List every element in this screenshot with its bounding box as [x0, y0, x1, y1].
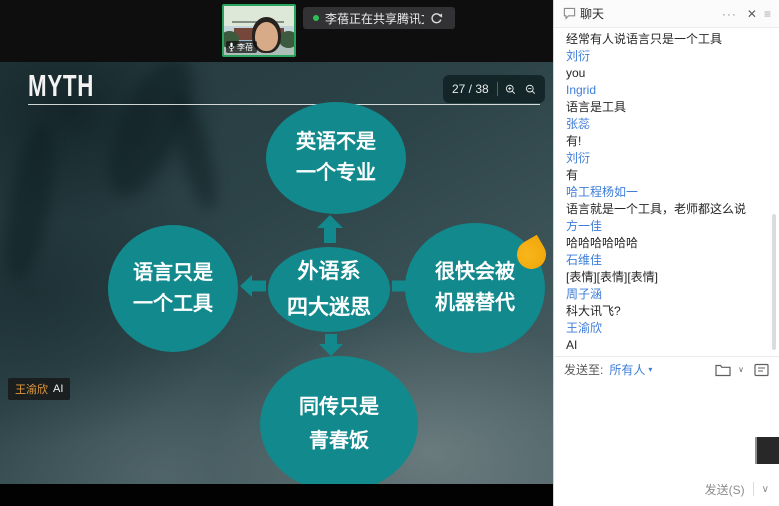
shared-slide: MYTH 27 / 38 [0, 62, 553, 484]
refresh-icon [430, 12, 443, 25]
arrow-up [317, 215, 343, 243]
send-to-selector[interactable]: 所有人 ▾ [609, 361, 652, 378]
screen-share-stage: 李蓓 李蓓正在共享腾讯文档 MYTH 27 / 38 [0, 0, 553, 506]
chat-line: 张蕊 [554, 116, 771, 133]
chat-line: 哈工程杨如一 [554, 184, 771, 201]
bubble-text-line: 一个工具 [133, 289, 213, 320]
slide-photo-backdrop [165, 90, 225, 214]
bubble-text-line: 机器替代 [435, 288, 515, 319]
myth-bubble-bottom: 同传只是 青春饭 [260, 356, 418, 484]
myth-center-ellipse: 外语系 四大迷思 [268, 247, 390, 332]
myth-bubble-top: 英语不是 一个专业 [266, 102, 406, 214]
message-input[interactable] [554, 383, 779, 476]
chat-line: 石维佳 [554, 252, 771, 269]
bubble-text-line: 英语不是 [296, 127, 376, 158]
overlay-text: AI [53, 383, 63, 395]
presenter-face [255, 22, 278, 51]
arrow-left [240, 275, 266, 297]
chat-line: 刘衍 [554, 150, 771, 167]
bubble-text-line: 外语系 [298, 254, 361, 290]
background-trees [279, 31, 296, 48]
microphone-icon [228, 42, 235, 52]
chat-line: 刘衍 [554, 48, 771, 65]
slide-title: MYTH [28, 68, 94, 104]
chat-scrollbar[interactable] [772, 214, 776, 350]
bubble-text-line: 四大迷思 [287, 290, 371, 326]
chat-line: 有 [554, 167, 771, 184]
meeting-top-bar: 李蓓 李蓓正在共享腾讯文档 [0, 0, 553, 62]
chat-line: 哈哈哈哈哈哈 [554, 235, 771, 252]
close-chat-button[interactable]: ✕ [742, 7, 762, 21]
meeting-window: 李蓓 李蓓正在共享腾讯文档 MYTH 27 / 38 [0, 0, 779, 506]
participant-name: 李蓓 [237, 43, 253, 52]
arrow-down [319, 334, 343, 356]
bubble-text-line: 一个专业 [296, 158, 376, 189]
more-options-button[interactable]: ··· [717, 7, 742, 21]
refresh-button[interactable] [424, 7, 449, 29]
chat-line: [表情][表情][表情] [554, 269, 771, 286]
bubble-text-line: 同传只是 [299, 390, 379, 424]
zoom-out-icon[interactable] [525, 81, 536, 98]
bubble-text-line: 很快会被 [435, 257, 515, 288]
chat-line: 王渝欣 [554, 320, 771, 337]
chat-line: 语言就是一个工具，老师都这么说 [554, 201, 771, 218]
chat-icon [563, 7, 576, 20]
bubble-text-line: 青春饭 [309, 424, 369, 458]
chat-line: Ingrid [554, 82, 771, 99]
chat-line: 语言是工具 [554, 99, 771, 116]
send-to-row: 发送至: 所有人 ▾ ∨ [554, 356, 779, 382]
page-controls: 27 / 38 [443, 75, 545, 103]
send-file-icon[interactable] [715, 363, 731, 377]
divider [497, 82, 498, 96]
sharing-indicator-dot [313, 15, 319, 21]
screenshot-icon[interactable] [754, 363, 769, 377]
chat-panel: 聊天 ··· ✕ ≡ 经常有人说语言只是一个工具刘衍youIngrid语言是工具… [553, 0, 779, 506]
title-underline [28, 104, 540, 105]
file-options-caret-icon[interactable]: ∨ [738, 365, 744, 374]
participant-name-badge: 李蓓 [226, 41, 257, 53]
zoom-in-icon[interactable] [505, 81, 516, 98]
chat-line: AI [554, 337, 771, 354]
chat-line: 有! [554, 133, 771, 150]
chat-line: 经常有人说语言只是一个工具 [554, 31, 771, 48]
page-indicator: 27 / 38 [452, 82, 489, 96]
slide-photo-backdrop [0, 120, 64, 285]
send-button[interactable]: 发送(S) [705, 481, 745, 498]
chat-title: 聊天 [580, 5, 604, 22]
panel-handle-icon[interactable]: ≡ [762, 7, 773, 21]
send-options-caret[interactable]: ∨ [762, 484, 769, 495]
presenter-video-thumbnail[interactable]: 李蓓 [222, 4, 296, 57]
send-row: 发送(S) ∨ [705, 478, 769, 500]
bottom-letterbox [0, 484, 553, 506]
send-to-label: 发送至: [564, 361, 603, 378]
chat-header: 聊天 ··· ✕ ≡ [554, 0, 779, 28]
chat-line: 方一佳 [554, 218, 771, 235]
bubble-text-line: 语言只是 [133, 258, 213, 289]
send-to-value: 所有人 [609, 361, 645, 378]
onscreen-chat-overlay: 王渝欣 AI [8, 378, 70, 400]
myth-bubble-left: 语言只是 一个工具 [108, 225, 238, 352]
chat-line: you [554, 65, 771, 82]
overlay-sender: 王渝欣 [15, 381, 48, 397]
overlay-window-fragment [755, 437, 779, 464]
divider [753, 482, 754, 496]
chat-line: 周子涵 [554, 286, 771, 303]
caret-down-icon: ▾ [648, 365, 652, 374]
chat-message-list: 经常有人说语言只是一个工具刘衍youIngrid语言是工具张蕊有!刘衍有哈工程杨… [554, 28, 771, 359]
chat-line: 科大讯飞? [554, 303, 771, 320]
